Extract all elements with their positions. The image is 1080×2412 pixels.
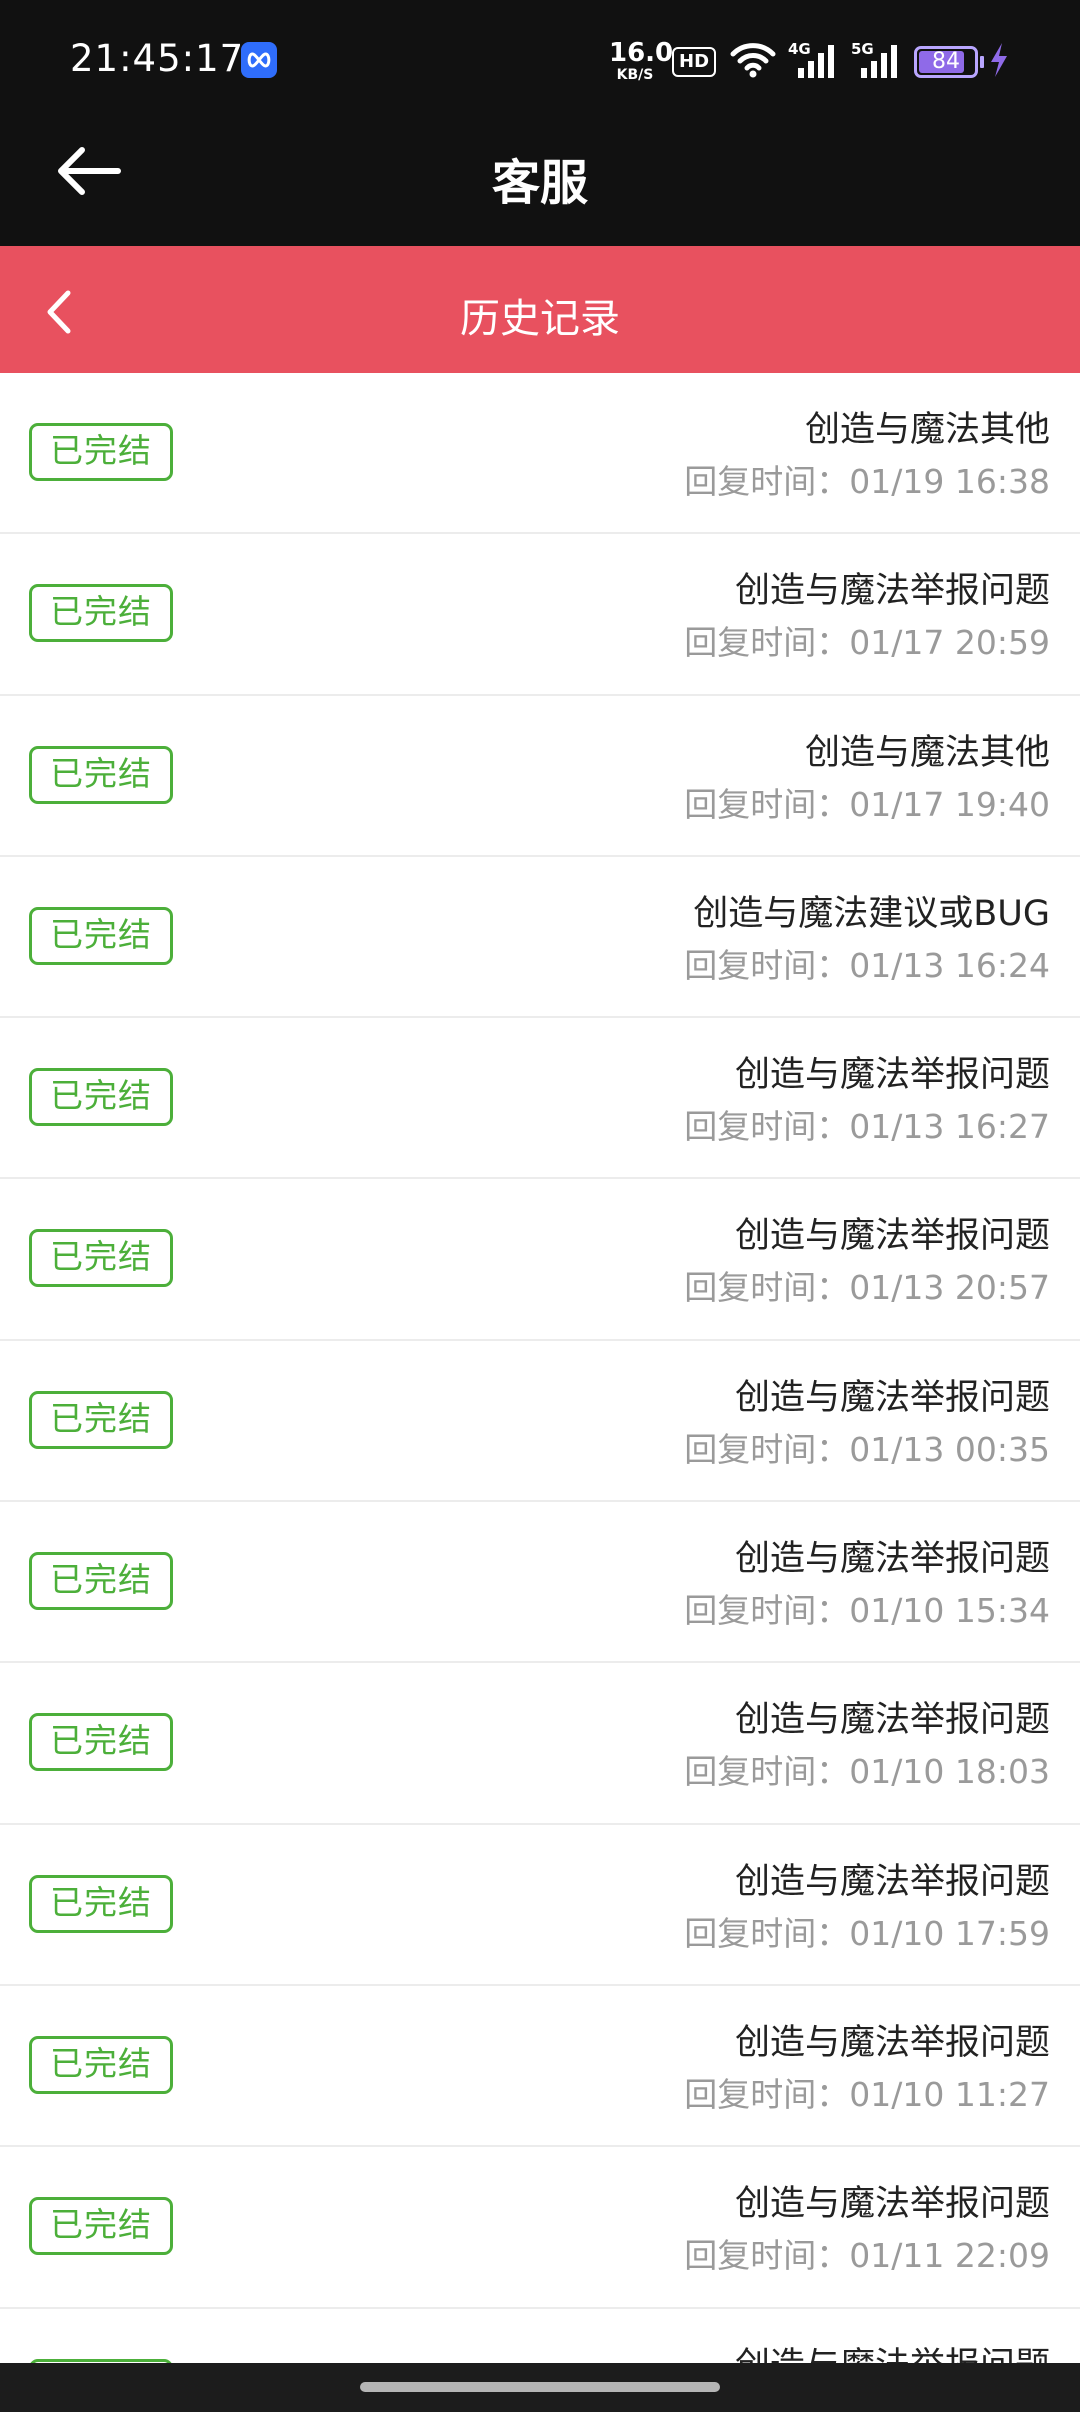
status-badge: 已完结 [29,1068,173,1127]
status-badge: 已完结 [29,2035,173,2094]
ticket-row[interactable]: 已完结创造与魔法举报问题 [0,2308,1080,2363]
ticket-reply-time: 回复时间：01/10 18:03 [684,1752,1050,1792]
ticket-title: 创造与魔法其他 [804,410,1050,450]
ticket-reply-time: 回复时间：01/10 15:34 [684,1591,1050,1631]
ticket-title: 创造与魔法举报问题 [734,1861,1050,1902]
ticket-title: 创造与魔法举报问题 [734,2022,1050,2063]
ticket-title: 创造与魔法其他 [804,732,1050,773]
wifi-icon [730,42,776,82]
status-badge: 已完结 [29,1229,173,1288]
ticket-row[interactable]: 已完结 创造与魔法举报问题回复时间：01/10 15:34 [0,1502,1080,1664]
ticket-row[interactable]: 已完结 创造与魔法其他回复时间：01/19 16:38 [0,373,1080,535]
ticket-row[interactable]: 已完结 创造与魔法举报问题回复时间：01/10 17:59 [0,1824,1080,1986]
status-badge: 已完结 [29,2197,173,2256]
ticket-reply-time: 回复时间：01/11 22:09 [684,2236,1050,2276]
ticket-title: 创造与魔法举报问题 [734,2184,1050,2225]
history-header: 历史记录 [0,246,1080,373]
battery-cap [980,56,984,68]
ticket-title: 创造与魔法举报问题 [734,1539,1050,1580]
ticket-title: 创造与魔法举报问题 [735,2337,1050,2363]
ticket-reply-time: 回复时间：01/13 16:24 [684,945,1050,985]
ticket-row[interactable]: 已完结 创造与魔法举报问题回复时间：01/13 20:57 [0,1179,1080,1341]
ticket-reply-time: 回复时间：01/17 20:59 [684,623,1050,663]
ticket-row[interactable]: 已完结 创造与魔法举报问题回复时间：01/10 18:03 [0,1663,1080,1825]
status-badge: 已完结 [29,1713,173,1772]
ticket-title: 创造与魔法举报问题 [734,1216,1050,1257]
ticket-list[interactable]: 已完结 创造与魔法其他 回复时间：01/19 16:38 已完结 创造与魔法举报问题 回复… [0,373,1080,2363]
page-title: 客服 [491,155,588,211]
ticket-reply-time: 回复时间：01/17 19:40 [684,784,1050,824]
ticket-reply-time: 回复时间：01/10 17:59 [684,1913,1050,1953]
ticket-reply-time: 回复时间：01/19 16:38 [684,462,1050,501]
ticket-row[interactable]: 已完结 创造与魔法举报问题回复时间：01/17 20:59 [0,534,1080,696]
app-header: 客服 [0,95,1080,246]
ticket-row[interactable]: 已完结 创造与魔法其他回复时间：01/17 19:40 [0,695,1080,857]
status-badge: 已完结 [29,1390,173,1449]
ticket-reply-time: 回复时间：01/13 00:35 [684,1429,1050,1469]
status-badge: 已完结 [29,906,173,965]
status-badge: 已完结 [29,745,173,804]
ticket-row[interactable]: 已完结 创造与魔法建议或BUG 回复时间：01/13 16:24 [0,856,1080,1019]
ticket-row[interactable]: 已完结 创造与魔法举报问题回复时间：01/10 11:27 [0,1985,1080,2148]
ticket-title: 创造与魔法建议或BUG [693,893,1050,934]
infinity-app-icon [241,42,277,78]
ticket-reply-time: 回复时间：01/13 20:57 [684,1268,1050,1308]
battery-level: 84 [932,49,960,74]
status-badge: 已完结 [29,1874,173,1933]
ticket-title: 创造与魔法举报问题 [734,571,1050,612]
ticket-row[interactable]: 已完结 创造与魔法举报问题回复时间：01/11 22:09 [0,2147,1080,2309]
ticket-title: 创造与魔法举报问题 [734,1377,1050,1418]
ticket-reply-time: 回复时间：01/13 16:27 [684,1107,1050,1147]
ticket-row[interactable]: 已完结 创造与魔法举报问题回复时间：01/13 16:27 [0,1018,1080,1180]
status-badge: 已完结 [29,1552,173,1611]
history-title: 历史记录 [460,296,620,342]
status-badge: 已完结 [29,584,173,643]
ticket-row[interactable]: 已完结 创造与魔法举报问题回复时间：01/13 00:35 [0,1340,1080,1503]
network-speed: 16.0 KB/S [609,38,674,83]
status-badge: 已完结 [29,423,173,481]
ticket-title: 创造与魔法举报问题 [734,1700,1050,1741]
signal-strength-icon [790,42,834,82]
status-bar: 21:45:17 16.0 KB/S HD 4G 5G 84 [0,0,1080,95]
ticket-reply-time: 回复时间：01/10 11:27 [684,2074,1050,2114]
status-time: 21:45:17 [70,37,245,80]
ticket-title: 创造与魔法举报问题 [734,1055,1050,1096]
battery-icon: 84 [914,46,978,78]
signal-strength-icon [853,42,897,82]
navigation-bar [0,2363,1080,2412]
hd-voice-icon: HD [672,47,717,77]
home-indicator[interactable] [360,2382,720,2392]
charging-bolt-icon [988,42,1010,82]
